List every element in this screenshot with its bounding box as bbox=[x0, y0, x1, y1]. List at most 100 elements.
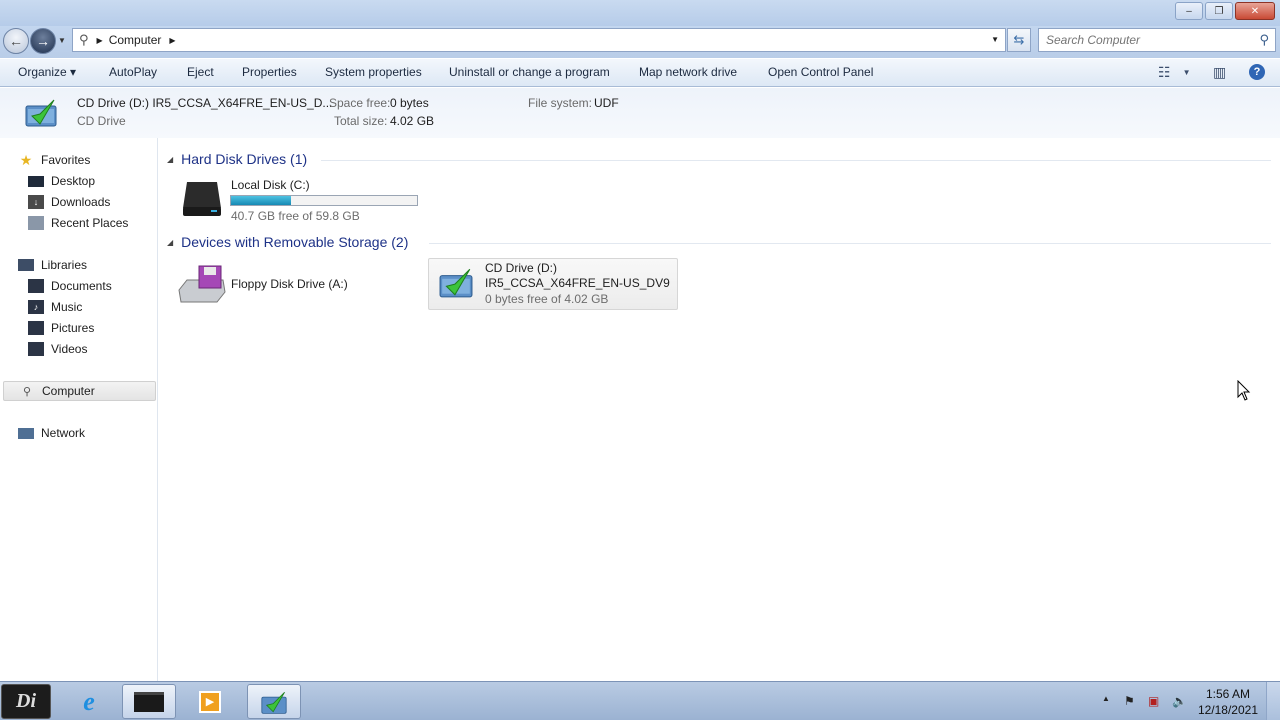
network-status-icon[interactable]: ▣ bbox=[1148, 694, 1159, 708]
drive-volume-label: IR5_CCSA_X64FRE_EN-US_DV9 bbox=[485, 276, 670, 290]
search-box[interactable]: ⚲ bbox=[1038, 28, 1276, 52]
nav-network-label: Network bbox=[41, 426, 86, 440]
selected-item-type: CD Drive bbox=[77, 114, 126, 128]
folder-icon bbox=[134, 691, 164, 712]
forward-button[interactable]: → bbox=[30, 28, 56, 54]
drive-floppy-a[interactable]: Floppy Disk Drive (A:) bbox=[177, 260, 427, 310]
nav-videos-label: Videos bbox=[51, 342, 88, 356]
nav-videos[interactable]: Videos bbox=[0, 339, 156, 359]
taskbar-windows-explorer[interactable] bbox=[122, 684, 176, 719]
nav-downloads-label: Downloads bbox=[51, 195, 111, 209]
group-title: Devices with Removable Storage (2) bbox=[181, 234, 409, 250]
cd-drive-icon bbox=[437, 265, 475, 302]
chevron-right-icon[interactable]: ▶ bbox=[97, 36, 103, 45]
details-pane: CD Drive (D:) IR5_CCSA_X64FRE_EN-US_D...… bbox=[0, 88, 1280, 138]
nav-music-label: Music bbox=[51, 300, 83, 314]
hard-disk-icon bbox=[181, 180, 223, 221]
minimize-button[interactable]: – bbox=[1175, 2, 1203, 20]
close-button[interactable]: ✕ bbox=[1235, 2, 1275, 20]
nav-documents[interactable]: Documents bbox=[0, 276, 156, 296]
title-bar: – ❐ ✕ bbox=[0, 0, 1280, 26]
help-button[interactable]: ? bbox=[1249, 64, 1265, 80]
nav-libraries-label: Libraries bbox=[41, 258, 88, 272]
drive-name: Floppy Disk Drive (A:) bbox=[231, 277, 348, 291]
drive-name: Local Disk (C:) bbox=[231, 178, 310, 192]
group-header-hard-disk-drives[interactable]: ◢ Hard Disk Drives (1) bbox=[167, 151, 307, 167]
back-arrow-icon: ← bbox=[9, 33, 23, 49]
music-icon: ♪ bbox=[28, 300, 44, 314]
taskbar-media-player[interactable]: ▶ bbox=[183, 684, 237, 719]
properties-button[interactable]: Properties bbox=[242, 65, 297, 79]
chevron-right-icon[interactable]: ▶ bbox=[169, 36, 175, 45]
drive-local-disk-c[interactable]: Local Disk (C:) 40.7 GB free of 59.8 GB bbox=[177, 178, 427, 223]
action-center-flag-icon[interactable]: ⚑ bbox=[1124, 694, 1135, 708]
autoplay-button[interactable]: AutoPlay bbox=[109, 65, 157, 79]
libraries-icon bbox=[18, 259, 34, 271]
system-properties-button[interactable]: System properties bbox=[325, 65, 422, 79]
nav-music[interactable]: ♪ Music bbox=[0, 297, 156, 317]
nav-documents-label: Documents bbox=[51, 279, 112, 293]
help-icon: ? bbox=[1249, 64, 1265, 80]
collapse-triangle-icon[interactable]: ◢ bbox=[167, 155, 173, 164]
taskbar-cd-drive[interactable] bbox=[247, 684, 301, 719]
nav-downloads[interactable]: ↓ Downloads bbox=[0, 192, 156, 212]
search-icon[interactable]: ⚲ bbox=[1259, 32, 1269, 48]
group-header-removable-storage[interactable]: ◢ Devices with Removable Storage (2) bbox=[167, 234, 408, 250]
address-bar[interactable]: ⚲ ▶ Computer ▶ ▼ bbox=[72, 28, 1006, 52]
computer-icon: ⚲ bbox=[79, 32, 89, 47]
file-system-value: UDF bbox=[594, 96, 619, 110]
start-logo-icon: Di bbox=[16, 690, 36, 712]
space-free-label: Space free: bbox=[329, 96, 391, 110]
collapse-triangle-icon[interactable]: ◢ bbox=[167, 238, 173, 247]
taskbar: Di e ▶ ▲ ⚑ ▣ 🔈 1:56 AM 12/18/2021 bbox=[0, 681, 1280, 720]
preview-pane-icon: ▥ bbox=[1213, 64, 1227, 80]
desktop-icon bbox=[28, 175, 44, 187]
nav-favorites[interactable]: ★ Favorites bbox=[0, 150, 156, 170]
downloads-icon: ↓ bbox=[28, 195, 44, 209]
nav-network[interactable]: Network bbox=[0, 423, 156, 443]
command-bar: Organize ▾ AutoPlay Eject Properties Sys… bbox=[0, 58, 1280, 87]
group-divider bbox=[321, 160, 1271, 161]
recent-pages-dropdown-icon[interactable]: ▼ bbox=[58, 36, 66, 45]
drive-cd-d[interactable]: CD Drive (D:) IR5_CCSA_X64FRE_EN-US_DV9 … bbox=[428, 258, 678, 310]
show-hidden-icons-icon[interactable]: ▲ bbox=[1102, 694, 1110, 703]
nav-recent-places[interactable]: Recent Places bbox=[0, 213, 156, 233]
forward-arrow-icon: → bbox=[36, 33, 50, 49]
documents-icon bbox=[28, 279, 44, 293]
map-network-drive-button[interactable]: Map network drive bbox=[639, 65, 737, 79]
drive-usage-fill bbox=[231, 196, 291, 205]
organize-menu[interactable]: Organize ▾ bbox=[18, 65, 76, 79]
file-system-label: File system: bbox=[528, 96, 593, 110]
view-options-icon: ☷ bbox=[1158, 64, 1171, 80]
content-view: ◢ Hard Disk Drives (1) Local Disk (C:) 4… bbox=[159, 138, 1280, 681]
nav-pictures-label: Pictures bbox=[51, 321, 95, 335]
change-view-button[interactable]: ☷ ▼ bbox=[1158, 64, 1190, 81]
drive-free-space: 0 bytes free of 4.02 GB bbox=[485, 292, 609, 306]
nav-recent-label: Recent Places bbox=[51, 216, 129, 230]
system-clock[interactable]: 1:56 AM 12/18/2021 bbox=[1198, 686, 1258, 718]
breadcrumb-computer[interactable]: Computer bbox=[109, 33, 162, 47]
mouse-cursor-icon bbox=[1237, 379, 1251, 405]
recent-places-icon bbox=[28, 216, 44, 230]
nav-desktop[interactable]: Desktop bbox=[0, 171, 156, 191]
clock-time: 1:56 AM bbox=[1205, 687, 1250, 701]
show-desktop-button[interactable] bbox=[1266, 682, 1280, 720]
navigation-bar: ← → ▼ ⚲ ▶ Computer ▶ ▼ ⇆ ⚲ bbox=[0, 26, 1280, 58]
nav-computer[interactable]: ⚲ Computer bbox=[3, 381, 156, 401]
preview-pane-button[interactable]: ▥ bbox=[1213, 64, 1226, 81]
drive-usage-bar bbox=[230, 195, 418, 206]
nav-libraries[interactable]: Libraries bbox=[0, 255, 156, 275]
back-button[interactable]: ← bbox=[3, 28, 29, 54]
volume-muted-icon[interactable]: 🔈 bbox=[1172, 694, 1187, 708]
search-input[interactable] bbox=[1046, 33, 1246, 47]
nav-pictures[interactable]: Pictures bbox=[0, 318, 156, 338]
address-history-dropdown-icon[interactable]: ▼ bbox=[991, 35, 999, 44]
taskbar-internet-explorer[interactable]: e bbox=[62, 684, 116, 719]
refresh-button[interactable]: ⇆ bbox=[1007, 28, 1031, 52]
open-control-panel-button[interactable]: Open Control Panel bbox=[768, 65, 873, 79]
start-button[interactable]: Di bbox=[1, 684, 51, 719]
maximize-button[interactable]: ❐ bbox=[1205, 2, 1233, 20]
uninstall-program-button[interactable]: Uninstall or change a program bbox=[449, 65, 610, 79]
clock-date: 12/18/2021 bbox=[1197, 703, 1258, 717]
eject-button[interactable]: Eject bbox=[187, 65, 214, 79]
